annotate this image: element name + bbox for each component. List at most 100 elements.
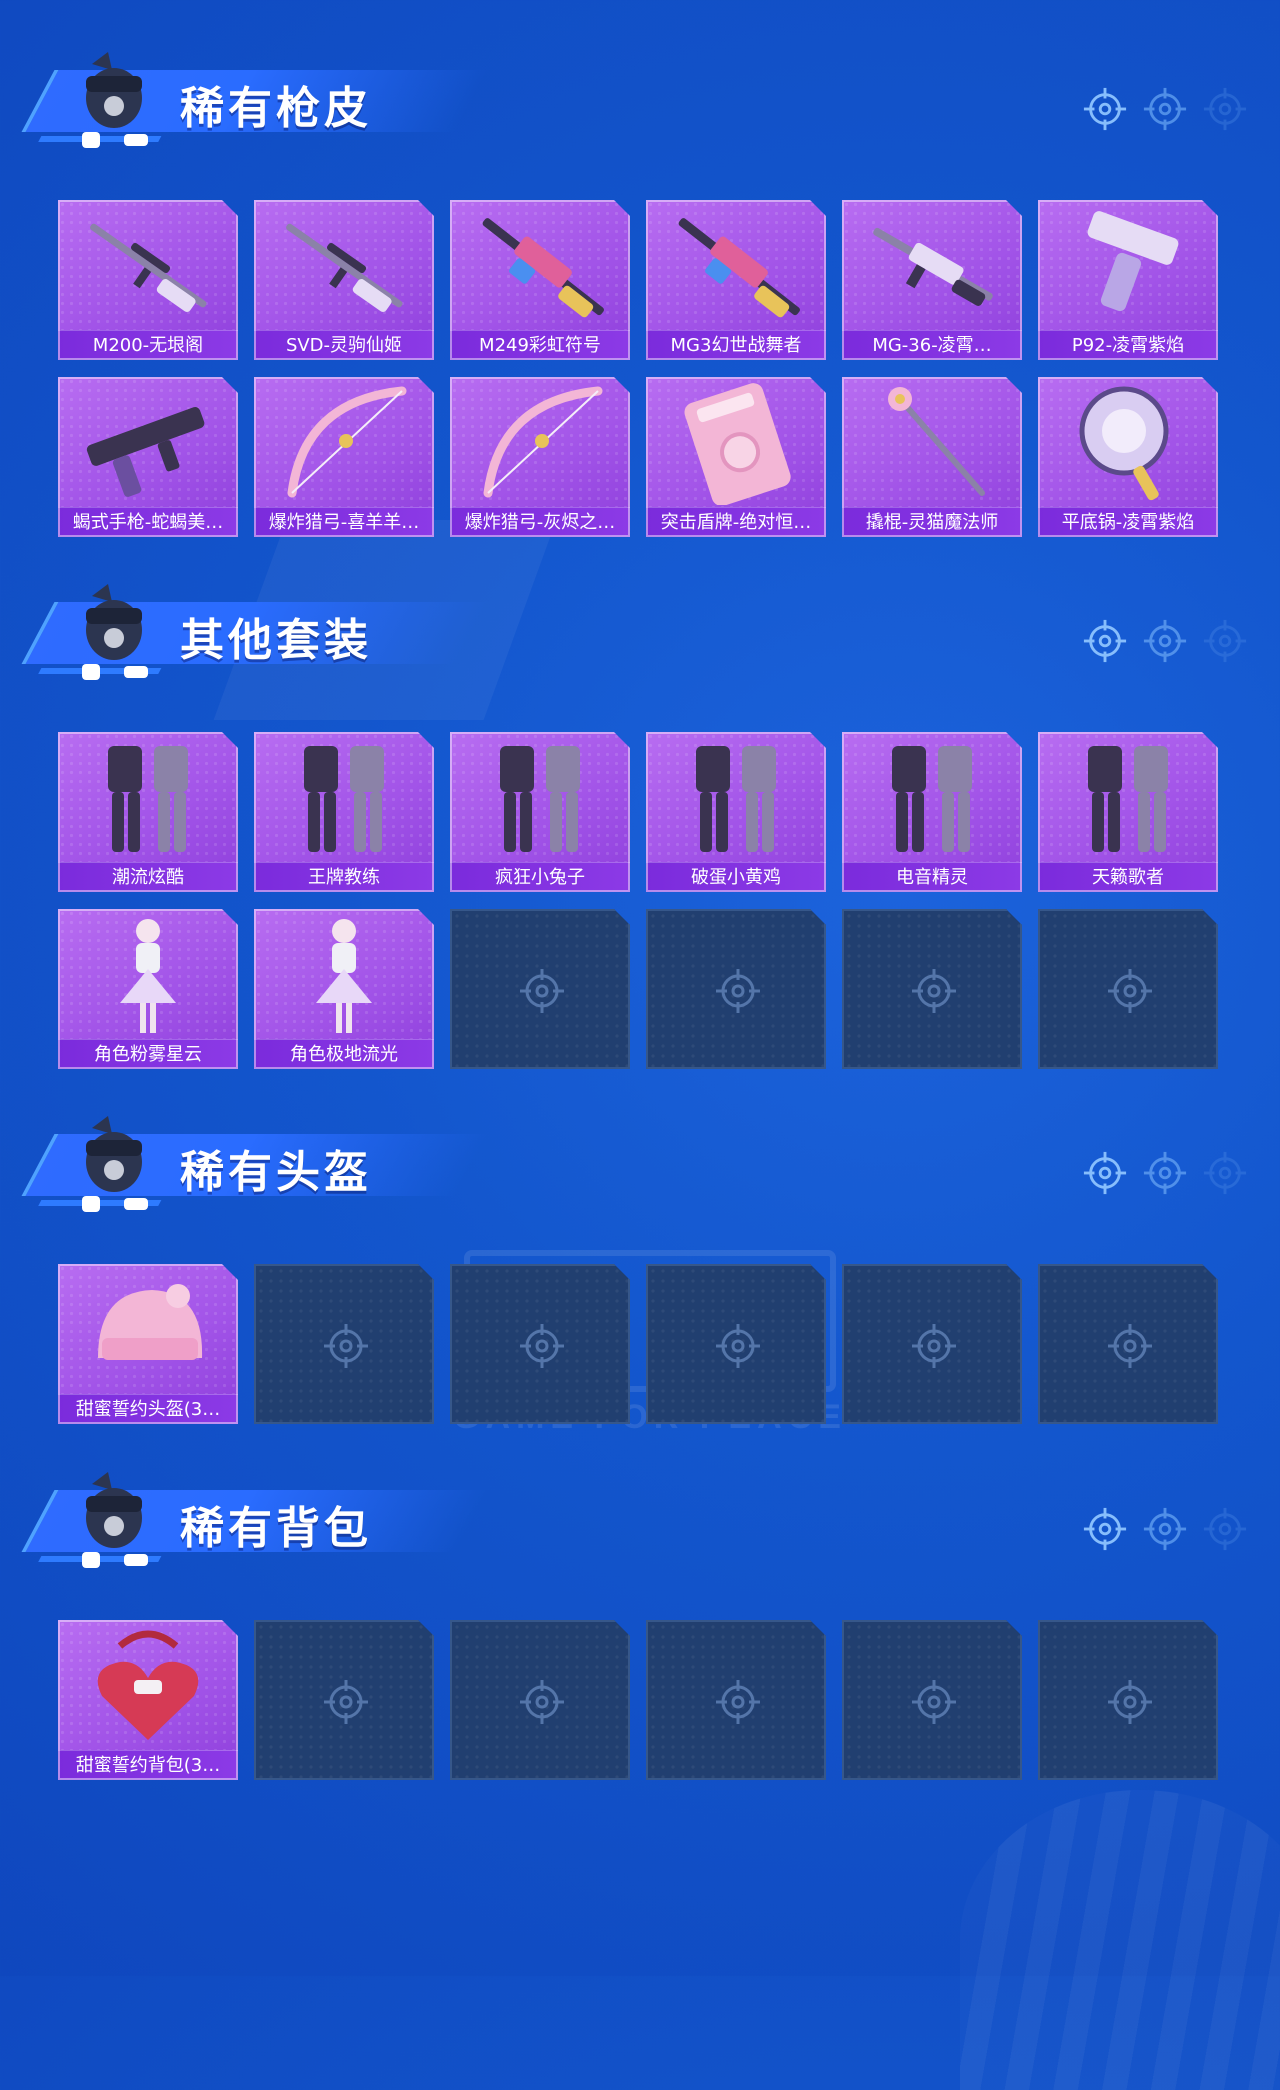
item-label: MG3幻世战舞者 (646, 330, 826, 360)
empty-slot (254, 1264, 434, 1424)
parachute-decoration (960, 1790, 1280, 2090)
crosshair-icon (1142, 1506, 1188, 1556)
section: 稀有头盔 甜蜜誓约头盔(3… (0, 1112, 1280, 1424)
crosshair-icon (910, 967, 958, 1015)
crosshair-icon (714, 1322, 762, 1370)
item-row: M200-无垠阁 SVD-灵驹仙姬 M249彩虹符号 MG3幻世战舞者 MG-3… (58, 200, 1222, 360)
mascot-avatar-icon (68, 50, 160, 154)
item-label: 撬棍-灵猫魔法师 (842, 507, 1022, 537)
crosshair-icon (1142, 1150, 1188, 1200)
character-icon (264, 913, 424, 1037)
bow-icon (460, 381, 620, 505)
shield-icon (656, 381, 816, 507)
item-label: 蝎式手枪-蛇蝎美… (58, 507, 238, 537)
item-card[interactable]: 王牌教练 (254, 732, 434, 892)
crosshair-decoration (1082, 1150, 1262, 1198)
section-title: 稀有头盔 (180, 1148, 372, 1197)
item-card[interactable]: 角色粉雾星云 (58, 909, 238, 1069)
crosshair-icon (1202, 1150, 1248, 1200)
crosshair-icon (1106, 967, 1154, 1015)
assault-rifle-icon (852, 204, 1012, 328)
item-label: SVD-灵驹仙姬 (254, 330, 434, 360)
crosshair-icon (714, 1678, 762, 1726)
section-header: 稀有背包 (0, 1468, 1280, 1578)
item-card[interactable]: 蝎式手枪-蛇蝎美… (58, 377, 238, 537)
item-card[interactable]: 撬棍-灵猫魔法师 (842, 377, 1022, 537)
section: 其他套装 潮流炫酷 王牌教练 疯狂小兔子 破蛋小黄鸡 电音精灵 天籁歌者 角色粉… (0, 580, 1280, 1069)
item-card[interactable]: M200-无垠阁 (58, 200, 238, 360)
crosshair-icon (1106, 1678, 1154, 1726)
crosshair-icon (910, 1678, 958, 1726)
crosshair-icon (322, 1322, 370, 1370)
item-label: MG-36-凌霄… (842, 330, 1022, 360)
mascot-avatar-icon (68, 1114, 160, 1218)
crosshair-icon (1202, 618, 1248, 668)
crosshair-icon (1202, 86, 1248, 136)
item-label: 疯狂小兔子 (450, 862, 630, 892)
crosshair-icon (518, 967, 566, 1015)
item-grid: 甜蜜誓约背包(3… (58, 1620, 1222, 1797)
item-card[interactable]: 甜蜜誓约头盔(3… (58, 1264, 238, 1424)
sniper-rifle-icon (264, 204, 424, 328)
section-header: 其他套装 (0, 580, 1280, 690)
item-card[interactable]: 平底锅-凌霄紫焰 (1038, 377, 1218, 537)
item-card[interactable]: MG-36-凌霄… (842, 200, 1022, 360)
staff-icon (852, 381, 1012, 505)
crosshair-icon (1082, 618, 1128, 668)
item-label: P92-凌霄紫焰 (1038, 330, 1218, 360)
bow-icon (264, 381, 424, 505)
item-card[interactable]: 突击盾牌-绝对恒… (646, 377, 826, 537)
item-label: M200-无垠阁 (58, 330, 238, 360)
section-header: 稀有枪皮 (0, 48, 1280, 158)
empty-slot (450, 1264, 630, 1424)
crosshair-icon (1082, 1506, 1128, 1556)
empty-slot (842, 909, 1022, 1069)
item-card[interactable]: 破蛋小黄鸡 (646, 732, 826, 892)
outfit-icon (1048, 736, 1208, 860)
crosshair-icon (714, 967, 762, 1015)
item-label: 突击盾牌-绝对恒… (646, 507, 826, 537)
crosshair-decoration (1082, 618, 1262, 666)
crosshair-icon (1082, 1150, 1128, 1200)
item-card[interactable]: 潮流炫酷 (58, 732, 238, 892)
item-label: M249彩虹符号 (450, 330, 630, 360)
crosshair-icon (1106, 1322, 1154, 1370)
item-label: 天籁歌者 (1038, 862, 1218, 892)
character-icon (68, 913, 228, 1037)
item-card[interactable]: 天籁歌者 (1038, 732, 1218, 892)
machine-gun-icon (460, 204, 620, 328)
section-header: 稀有头盔 (0, 1112, 1280, 1222)
crosshair-icon (910, 1322, 958, 1370)
crosshair-icon (518, 1678, 566, 1726)
empty-slot (842, 1620, 1022, 1780)
section-title: 其他套装 (180, 616, 372, 665)
empty-slot (1038, 909, 1218, 1069)
empty-slot (842, 1264, 1022, 1424)
item-card[interactable]: 爆炸猎弓-喜羊羊… (254, 377, 434, 537)
pistol-icon (1048, 204, 1208, 328)
item-row: 甜蜜誓约背包(3… (58, 1620, 1222, 1780)
item-card[interactable]: MG3幻世战舞者 (646, 200, 826, 360)
mascot-avatar-icon (68, 582, 160, 686)
item-card[interactable]: M249彩虹符号 (450, 200, 630, 360)
item-card[interactable]: SVD-灵驹仙姬 (254, 200, 434, 360)
item-label: 角色极地流光 (254, 1039, 434, 1069)
item-label: 潮流炫酷 (58, 862, 238, 892)
item-row: 角色粉雾星云 角色极地流光 (58, 909, 1222, 1069)
outfit-icon (68, 736, 228, 860)
item-card[interactable]: 角色极地流光 (254, 909, 434, 1069)
section: 稀有背包 甜蜜誓约背包(3… (0, 1468, 1280, 1780)
item-grid: M200-无垠阁 SVD-灵驹仙姬 M249彩虹符号 MG3幻世战舞者 MG-3… (58, 200, 1222, 554)
item-grid: 甜蜜誓约头盔(3… (58, 1264, 1222, 1441)
empty-slot (254, 1620, 434, 1780)
item-label: 甜蜜誓约头盔(3… (58, 1394, 238, 1424)
outfit-icon (460, 736, 620, 860)
empty-slot (646, 1620, 826, 1780)
empty-slot (1038, 1620, 1218, 1780)
crosshair-icon (1202, 1506, 1248, 1556)
item-card[interactable]: 甜蜜誓约背包(3… (58, 1620, 238, 1780)
item-card[interactable]: 疯狂小兔子 (450, 732, 630, 892)
item-card[interactable]: 电音精灵 (842, 732, 1022, 892)
item-card[interactable]: 爆炸猎弓-灰烬之… (450, 377, 630, 537)
item-card[interactable]: P92-凌霄紫焰 (1038, 200, 1218, 360)
